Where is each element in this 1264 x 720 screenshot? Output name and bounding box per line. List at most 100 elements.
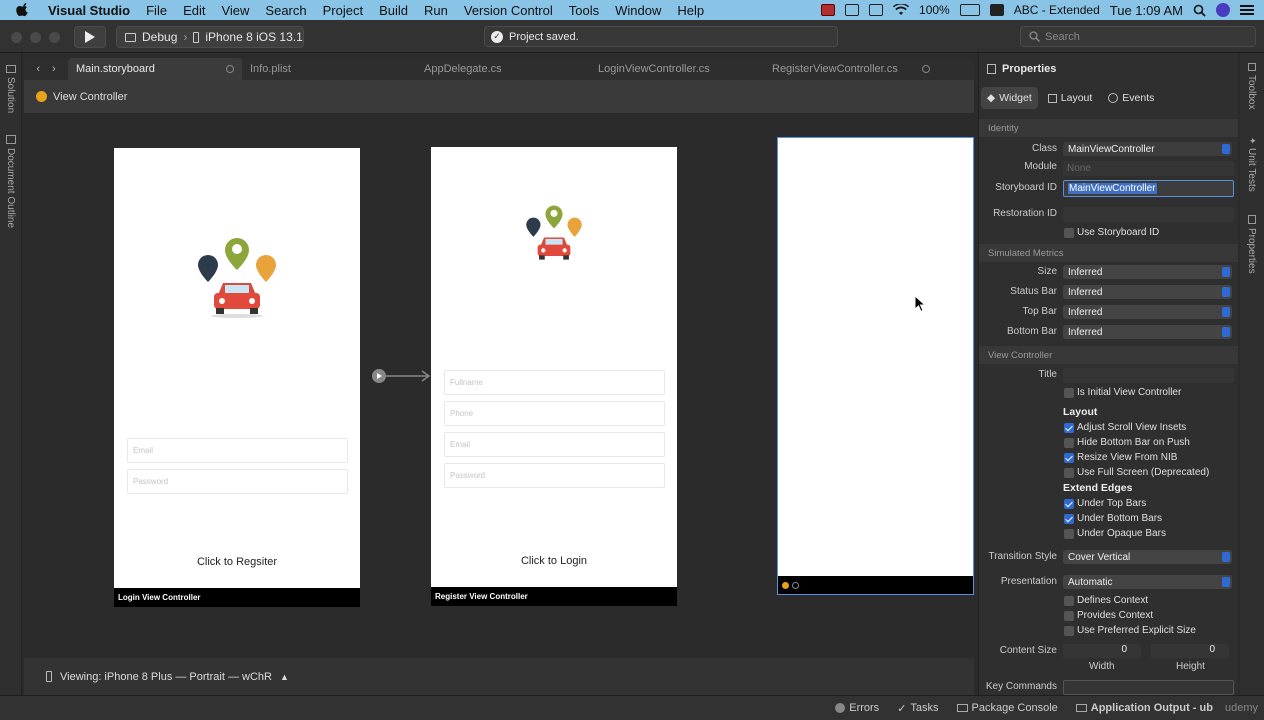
checkbox[interactable] <box>1064 423 1074 433</box>
triangle-up-icon[interactable]: ▲ <box>280 672 289 682</box>
segue-arrow-icon[interactable] <box>372 368 432 384</box>
main-scene[interactable] <box>777 137 974 595</box>
minimize-window-button[interactable] <box>30 32 41 43</box>
menu-project[interactable]: Project <box>323 3 363 18</box>
chevron-right-icon[interactable]: › <box>52 63 56 75</box>
section-simulated-metrics[interactable]: Simulated Metrics <box>979 244 1238 262</box>
toolbox-pad-tab[interactable]: Toolbox <box>1246 75 1257 109</box>
tab-layout[interactable]: Layout <box>1042 87 1099 109</box>
menu-search[interactable]: Search <box>265 3 306 18</box>
title-field[interactable] <box>1063 368 1234 383</box>
wifi-icon[interactable] <box>893 4 910 16</box>
size-popup[interactable]: Inferred <box>1063 265 1232 279</box>
viewing-device[interactable]: Viewing: iPhone 8 Plus — Portrait — wChR <box>60 671 272 683</box>
tasks-pad-button[interactable]: ✓ Tasks <box>897 702 938 715</box>
checkbox[interactable] <box>1064 468 1074 478</box>
checkbox[interactable] <box>1064 626 1074 636</box>
register-scene[interactable]: Fullname Phone Email Password Click to L… <box>431 147 677 606</box>
checkbox[interactable] <box>1064 529 1074 539</box>
resize-from-nib-checkbox[interactable]: Resize View From NIB <box>979 450 1238 465</box>
login-button[interactable]: Click to Login <box>431 555 677 567</box>
key-commands-table[interactable] <box>1063 680 1234 695</box>
email-field[interactable]: Email <box>127 438 348 463</box>
search-field[interactable]: Search <box>1020 26 1256 47</box>
bottom-bar-popup[interactable]: Inferred <box>1063 325 1232 339</box>
creative-cloud-icon[interactable] <box>869 4 884 16</box>
tab-info-plist[interactable]: Info.plist <box>242 58 416 80</box>
package-console-button[interactable]: Package Console <box>956 702 1058 714</box>
tab-main-storyboard[interactable]: Main.storyboard <box>68 58 242 80</box>
adjust-scroll-insets-checkbox[interactable]: Adjust Scroll View Insets <box>979 420 1238 435</box>
provides-context-checkbox[interactable]: Provides Context <box>979 608 1238 623</box>
close-tab-icon[interactable] <box>226 65 234 73</box>
close-tab-icon[interactable] <box>922 65 930 73</box>
menu-build[interactable]: Build <box>379 3 408 18</box>
checkbox[interactable] <box>1064 611 1074 621</box>
chevron-left-icon[interactable]: ‹ <box>36 63 40 75</box>
status-bar-popup[interactable]: Inferred <box>1063 285 1232 299</box>
defines-context-checkbox[interactable]: Defines Context <box>979 593 1238 608</box>
menu-tools[interactable]: Tools <box>569 3 599 18</box>
login-scene[interactable]: Email Password Click to Regsiter Login V… <box>114 148 360 607</box>
zoom-window-button[interactable] <box>49 32 60 43</box>
breadcrumb-item[interactable]: View Controller <box>53 91 127 103</box>
checkbox[interactable] <box>1064 438 1074 448</box>
tab-events[interactable]: Events <box>1102 87 1160 109</box>
phone-field[interactable]: Phone <box>444 401 665 426</box>
properties-pad-tab[interactable]: Properties <box>1246 228 1257 274</box>
application-output-button[interactable]: Application Output - ub udemy <box>1075 702 1258 714</box>
chevron-down-icon[interactable] <box>1222 144 1230 154</box>
section-identity[interactable]: Identity <box>979 119 1238 137</box>
menu-help[interactable]: Help <box>677 3 704 18</box>
menu-version-control[interactable]: Version Control <box>464 3 553 18</box>
checkbox[interactable] <box>1064 596 1074 606</box>
document-outline-pad-tab[interactable]: Document Outline <box>5 148 16 228</box>
class-combobox[interactable]: MainViewController <box>1063 142 1232 156</box>
record-icon[interactable] <box>821 4 836 16</box>
checkbox[interactable] <box>1064 388 1074 398</box>
solution-pad-tab[interactable]: Solution <box>5 77 16 113</box>
password-field[interactable]: Password <box>444 463 665 488</box>
errors-pad-button[interactable]: Errors <box>835 702 879 714</box>
checkbox[interactable] <box>1064 228 1074 238</box>
tab-app-delegate[interactable]: AppDelegate.cs <box>416 58 590 80</box>
unit-tests-pad-tab[interactable]: Unit Tests <box>1246 148 1257 192</box>
storyboard-canvas[interactable]: Email Password Click to Regsiter Login V… <box>24 113 974 658</box>
tab-register-view-controller[interactable]: RegisterViewController.cs <box>764 58 938 80</box>
module-field[interactable]: None <box>1063 161 1234 176</box>
menu-edit[interactable]: Edit <box>183 3 205 18</box>
battery-icon[interactable] <box>959 4 980 16</box>
close-window-button[interactable] <box>11 32 22 43</box>
exit-icon[interactable] <box>792 581 799 589</box>
width-stepper[interactable]: 0 <box>1063 644 1141 658</box>
top-bar-popup[interactable]: Inferred <box>1063 305 1232 319</box>
menu-view[interactable]: View <box>221 3 249 18</box>
full-screen-checkbox[interactable]: Use Full Screen (Deprecated) <box>979 465 1238 480</box>
clock[interactable]: Tue 1:09 AM <box>1110 3 1183 18</box>
storyboard-id-field[interactable]: MainViewController <box>1063 180 1234 197</box>
hide-bottom-bar-checkbox[interactable]: Hide Bottom Bar on Push <box>979 435 1238 450</box>
menu-file[interactable]: File <box>146 3 167 18</box>
tab-login-view-controller[interactable]: LoginViewController.cs <box>590 58 764 80</box>
run-button[interactable] <box>74 26 106 48</box>
tab-widget[interactable]: ◆ Widget <box>981 87 1038 109</box>
under-opaque-bars-checkbox[interactable]: Under Opaque Bars <box>979 526 1238 541</box>
presentation-popup[interactable]: Automatic <box>1063 575 1232 589</box>
checkbox[interactable] <box>1064 453 1074 463</box>
notification-center-icon[interactable] <box>1240 4 1254 16</box>
preferred-size-checkbox[interactable]: Use Preferred Explicit Size <box>979 623 1238 638</box>
under-bottom-bars-checkbox[interactable]: Under Bottom Bars <box>979 511 1238 526</box>
spotlight-icon[interactable] <box>1193 4 1206 17</box>
checkbox[interactable] <box>1064 499 1074 509</box>
register-button[interactable]: Click to Regsiter <box>114 556 360 568</box>
transition-style-popup[interactable]: Cover Vertical <box>1063 550 1232 564</box>
initial-view-controller-checkbox[interactable]: Is Initial View Controller <box>979 385 1238 400</box>
input-source[interactable]: ABC - Extended <box>1014 3 1100 17</box>
display-icon[interactable] <box>845 4 860 16</box>
section-view-controller[interactable]: View Controller <box>979 346 1238 364</box>
apple-icon[interactable] <box>16 3 30 17</box>
configuration-selector[interactable]: Debug › iPhone 8 iOS 13.1 <box>116 26 304 48</box>
menu-window[interactable]: Window <box>615 3 661 18</box>
input-source-icon[interactable] <box>989 4 1004 16</box>
menu-run[interactable]: Run <box>424 3 448 18</box>
